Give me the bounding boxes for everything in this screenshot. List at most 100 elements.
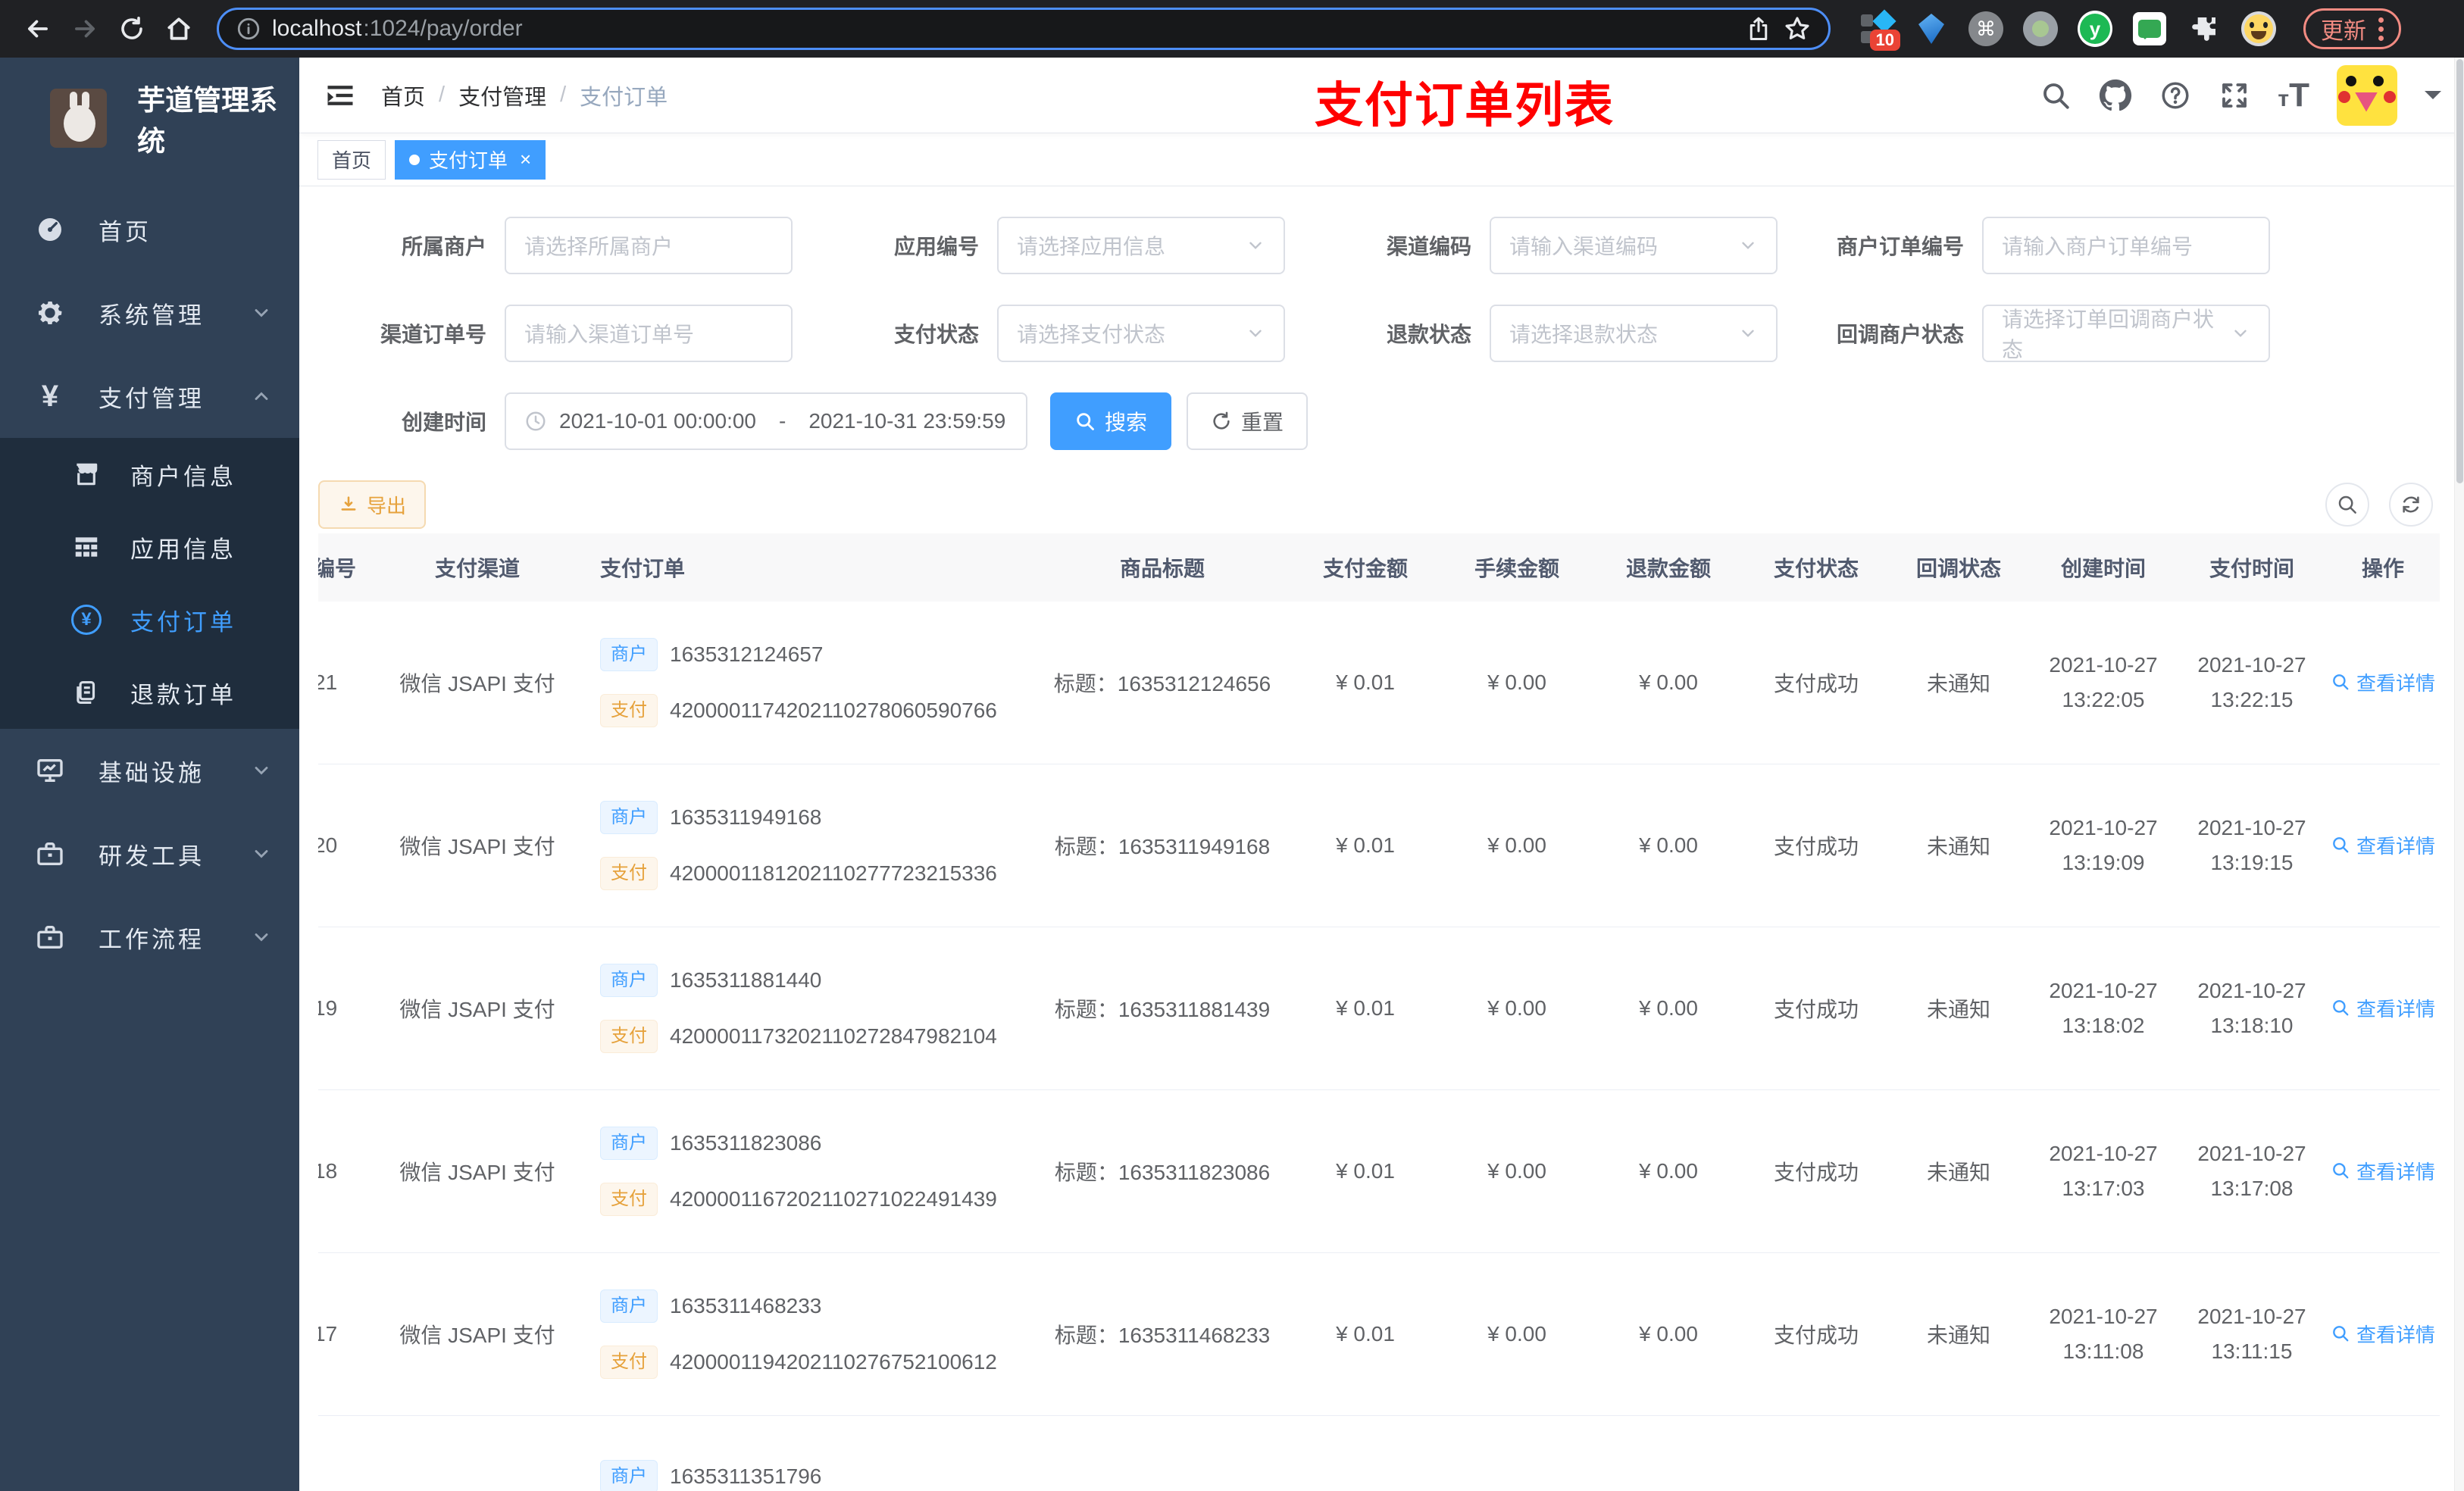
view-detail-link[interactable]: 查看详情 bbox=[2331, 1320, 2435, 1348]
search-icon bbox=[2333, 674, 2349, 690]
download-icon bbox=[341, 496, 356, 511]
refresh-icon bbox=[2403, 496, 2419, 513]
profile-avatar-icon[interactable] bbox=[2241, 11, 2276, 46]
avatar-caret-icon[interactable] bbox=[2425, 90, 2441, 108]
refresh-table-button[interactable] bbox=[2389, 483, 2433, 527]
filter-row-1: 所属商户 请选择所属商户 应用编号 请选择应用信息 渠道编码 请输入渠道编码 商… bbox=[318, 217, 2445, 274]
cell-channel: 微信 JSAPI 支付 bbox=[399, 1161, 555, 1184]
cell-paid: 2021-10-27 13:22:15 bbox=[2197, 653, 2306, 711]
dot-extension-icon[interactable] bbox=[2023, 11, 2058, 46]
cell-status: 支付成功 bbox=[1773, 1324, 1859, 1347]
cell-actions: 查看详情 bbox=[2326, 1320, 2440, 1349]
cell-channel: 微信 JSAPI 支付 bbox=[399, 835, 555, 858]
sidebar-item-system[interactable]: 系统管理 bbox=[0, 271, 299, 355]
chat-extension-icon[interactable] bbox=[2132, 11, 2167, 46]
browser-back-button[interactable] bbox=[18, 9, 58, 48]
notify-status-select[interactable]: 请选择订单回调商户状态 bbox=[1982, 305, 2270, 362]
chevron-down-icon bbox=[251, 302, 272, 324]
browser-home-button[interactable] bbox=[159, 9, 199, 48]
page-info-icon bbox=[237, 17, 260, 40]
browser-forward-button[interactable] bbox=[65, 9, 105, 48]
merchant-order-no-input[interactable]: 请输入商户订单编号 bbox=[1982, 217, 2270, 274]
toggle-search-button[interactable] bbox=[2325, 483, 2369, 527]
url-host: localhost bbox=[272, 16, 362, 41]
sidebar-item-pay-order[interactable]: ¥ 支付订单 bbox=[0, 583, 299, 656]
refresh-icon bbox=[1213, 411, 1230, 430]
view-detail-link[interactable]: 查看详情 bbox=[2331, 1157, 2435, 1185]
tag-close-icon[interactable]: × bbox=[520, 148, 531, 171]
user-avatar[interactable] bbox=[2337, 64, 2397, 126]
col-status: 支付状态 bbox=[1773, 557, 1859, 580]
bookmark-star-icon[interactable] bbox=[1783, 14, 1812, 43]
sidebar-item-dev-tools[interactable]: 研发工具 bbox=[0, 812, 299, 896]
shop-icon bbox=[70, 460, 103, 489]
sidebar-item-payment[interactable]: ¥ 支付管理 bbox=[0, 355, 299, 438]
update-label: 更新 bbox=[2321, 19, 2366, 44]
date-start: 2021-10-01 00:00:00 bbox=[559, 409, 756, 433]
sidebar-item-refund-order[interactable]: 退款订单 bbox=[0, 656, 299, 729]
cell-status: 支付成功 bbox=[1773, 835, 1859, 858]
gem-extension-icon[interactable] bbox=[1914, 11, 1949, 46]
field-label: 退款状态 bbox=[1386, 323, 1471, 346]
col-created: 创建时间 bbox=[2060, 557, 2146, 580]
page-scrollbar[interactable] bbox=[2454, 58, 2464, 1491]
table-row: 18 微信 JSAPI 支付 商户 1635311823086 支付 4200001… bbox=[318, 1090, 2440, 1253]
github-icon[interactable] bbox=[2099, 79, 2132, 112]
help-icon[interactable] bbox=[2159, 80, 2191, 111]
tag-home[interactable]: 首页 bbox=[317, 139, 386, 180]
share-icon[interactable] bbox=[1745, 15, 1772, 42]
table-row: 19 微信 JSAPI 支付 商户 1635311881440 支付 4200001… bbox=[318, 927, 2440, 1090]
app-title: 芋道管理系统 bbox=[137, 85, 278, 157]
create-time-range-picker[interactable]: 2021-10-01 00:00:00 - 2021-10-31 23:59:5… bbox=[505, 392, 1027, 450]
monitor-icon bbox=[33, 755, 67, 786]
font-size-icon[interactable]: тT bbox=[2278, 77, 2309, 114]
search-icon[interactable] bbox=[2040, 80, 2072, 111]
reset-button[interactable]: 重置 bbox=[1187, 392, 1309, 450]
search-button[interactable]: 搜索 bbox=[1050, 392, 1172, 450]
tag-pay-order[interactable]: 支付订单 × bbox=[395, 139, 546, 180]
field-label: 渠道编码 bbox=[1386, 235, 1471, 258]
breadcrumb-home[interactable]: 首页 bbox=[381, 80, 425, 111]
browser-reload-button[interactable] bbox=[112, 9, 152, 48]
kebab-menu-icon bbox=[2378, 17, 2384, 41]
channel-code-select[interactable]: 请输入渠道编码 bbox=[1490, 217, 1778, 274]
fullscreen-icon[interactable] bbox=[2219, 80, 2250, 111]
logo-row: 芋道管理系统 bbox=[0, 58, 299, 176]
app-select[interactable]: 请选择应用信息 bbox=[997, 217, 1285, 274]
pay-status-select[interactable]: 请选择支付状态 bbox=[997, 305, 1285, 362]
breadcrumb-payment[interactable]: 支付管理 bbox=[458, 80, 546, 111]
cell-created: 2021-10-27 13:19:09 bbox=[2049, 816, 2158, 874]
url-bar[interactable]: localhost :1024/pay/order bbox=[217, 8, 1831, 50]
cell-actions: 查看详情 bbox=[2326, 668, 2440, 698]
view-detail-link[interactable]: 查看详情 bbox=[2331, 668, 2435, 696]
sidebar-item-app-info[interactable]: 应用信息 bbox=[0, 511, 299, 583]
merchant-select[interactable]: 请选择所属商户 bbox=[505, 217, 793, 274]
pixel-extension-icon[interactable]: 10 bbox=[1859, 9, 1900, 51]
refund-status-select[interactable]: 请选择退款状态 bbox=[1490, 305, 1778, 362]
col-title: 商品标题 bbox=[1119, 557, 1205, 580]
sidebar-item-workflow[interactable]: 工作流程 bbox=[0, 896, 299, 979]
puzzle-extensions-icon[interactable] bbox=[2187, 11, 2222, 46]
pay-tag: 支付 bbox=[600, 857, 658, 890]
export-button[interactable]: 导出 bbox=[318, 480, 427, 529]
y-extension-icon[interactable]: y bbox=[2078, 11, 2112, 47]
cell-paid: 2021-10-27 13:17:08 bbox=[2197, 1142, 2306, 1200]
cell-refund: ¥ 0.00 bbox=[1639, 1159, 1698, 1183]
channel-order-no-input[interactable]: 请输入渠道订单号 bbox=[505, 305, 793, 362]
command-extension-icon[interactable]: ⌘ bbox=[1968, 11, 2003, 46]
scrollbar-thumb[interactable] bbox=[2456, 59, 2463, 483]
sidebar-item-home[interactable]: 首页 bbox=[0, 188, 299, 271]
yen-circle-icon: ¥ bbox=[70, 605, 103, 635]
browser-update-menu[interactable]: 更新 bbox=[2303, 8, 2401, 49]
merchant-tag: 商户 bbox=[600, 1460, 658, 1491]
dashboard-icon bbox=[33, 214, 67, 245]
field-label: 支付状态 bbox=[893, 323, 979, 346]
cell-created: 2021-10-27 13:22:05 bbox=[2049, 653, 2158, 711]
sidebar-item-merchant-info[interactable]: 商户信息 bbox=[0, 438, 299, 511]
sidebar-toggle-button[interactable] bbox=[324, 79, 357, 112]
field-label: 所属商户 bbox=[401, 235, 486, 258]
view-detail-link[interactable]: 查看详情 bbox=[2331, 994, 2435, 1022]
sidebar-item-infrastructure[interactable]: 基础设施 bbox=[0, 729, 299, 812]
view-detail-link[interactable]: 查看详情 bbox=[2331, 831, 2435, 859]
cell-created: 2021-10-27 13:11:08 bbox=[2049, 1305, 2158, 1363]
